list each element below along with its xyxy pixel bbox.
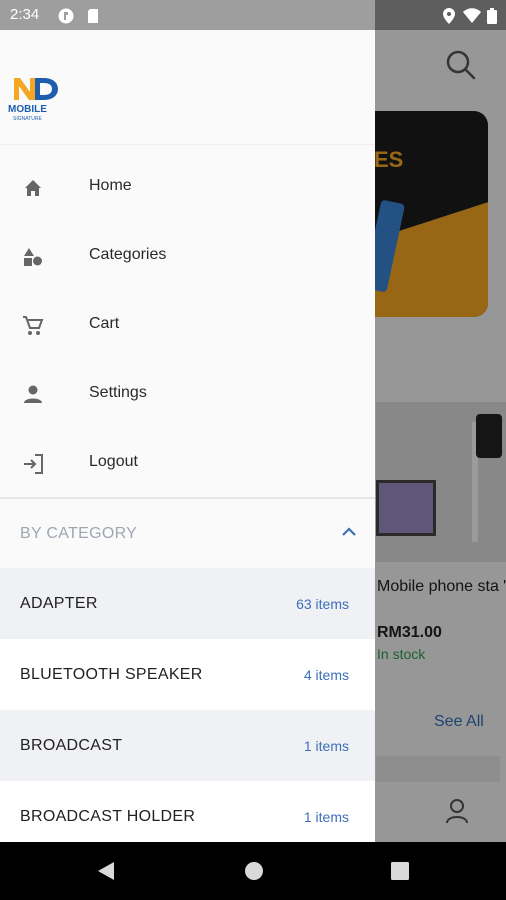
status-bar: 2:34 bbox=[0, 0, 506, 30]
drawer-item-label: Logout bbox=[89, 453, 138, 470]
sd-card-icon bbox=[86, 8, 100, 23]
drawer-item-cart[interactable]: Cart bbox=[0, 291, 375, 360]
category-section-title: BY CATEGORY bbox=[20, 525, 138, 542]
app-notification-icon bbox=[58, 8, 74, 24]
category-item-broadcast-holder[interactable]: BROADCAST HOLDER 1 items bbox=[0, 781, 375, 842]
wifi-icon bbox=[463, 8, 481, 23]
category-item-bluetooth-speaker[interactable]: BLUETOOTH SPEAKER 4 items bbox=[0, 639, 375, 710]
category-name: BROADCAST bbox=[20, 737, 123, 754]
drawer-item-settings[interactable]: Settings bbox=[0, 360, 375, 429]
category-name: BROADCAST HOLDER bbox=[20, 808, 196, 825]
drawer-item-home[interactable]: Home bbox=[0, 153, 375, 222]
logout-icon bbox=[22, 453, 44, 475]
drawer-item-logout[interactable]: Logout bbox=[0, 429, 375, 498]
drawer-item-label: Categories bbox=[89, 246, 167, 263]
system-navigation-bar bbox=[0, 842, 506, 900]
cart-icon bbox=[22, 315, 44, 337]
category-section-header[interactable]: BY CATEGORY bbox=[0, 500, 375, 566]
status-bar-left bbox=[0, 0, 375, 30]
drawer-item-label: Cart bbox=[89, 315, 120, 332]
category-count: 4 items bbox=[303, 667, 349, 683]
categories-icon bbox=[22, 246, 44, 268]
recents-icon[interactable] bbox=[388, 859, 412, 883]
logo-text: MOBILE bbox=[8, 104, 47, 115]
logo-subtext: SIGNATURE bbox=[13, 116, 42, 122]
category-item-adapter[interactable]: ADAPTER 63 items bbox=[0, 568, 375, 639]
battery-icon bbox=[487, 8, 499, 24]
section-divider bbox=[0, 497, 375, 499]
drawer-item-label: Home bbox=[89, 177, 132, 194]
home-button-icon[interactable] bbox=[242, 859, 266, 883]
category-count: 1 items bbox=[303, 809, 349, 825]
category-name: BLUETOOTH SPEAKER bbox=[20, 666, 203, 683]
header-divider bbox=[0, 144, 375, 145]
person-icon bbox=[22, 384, 44, 406]
category-count: 63 items bbox=[296, 596, 349, 612]
category-name: ADAPTER bbox=[20, 595, 98, 612]
navigation-drawer: MOBILE SIGNATURE Home Categories Cart Se… bbox=[0, 30, 375, 842]
drawer-item-categories[interactable]: Categories bbox=[0, 222, 375, 291]
brand-logo: MOBILE SIGNATURE bbox=[8, 72, 62, 124]
back-icon[interactable] bbox=[94, 859, 118, 883]
location-icon bbox=[443, 8, 461, 24]
chevron-up-icon[interactable] bbox=[339, 524, 359, 540]
drawer-item-label: Settings bbox=[89, 384, 147, 401]
category-item-broadcast[interactable]: BROADCAST 1 items bbox=[0, 710, 375, 781]
home-icon bbox=[22, 177, 44, 199]
category-count: 1 items bbox=[303, 738, 349, 754]
clock: 2:34 bbox=[10, 6, 40, 23]
